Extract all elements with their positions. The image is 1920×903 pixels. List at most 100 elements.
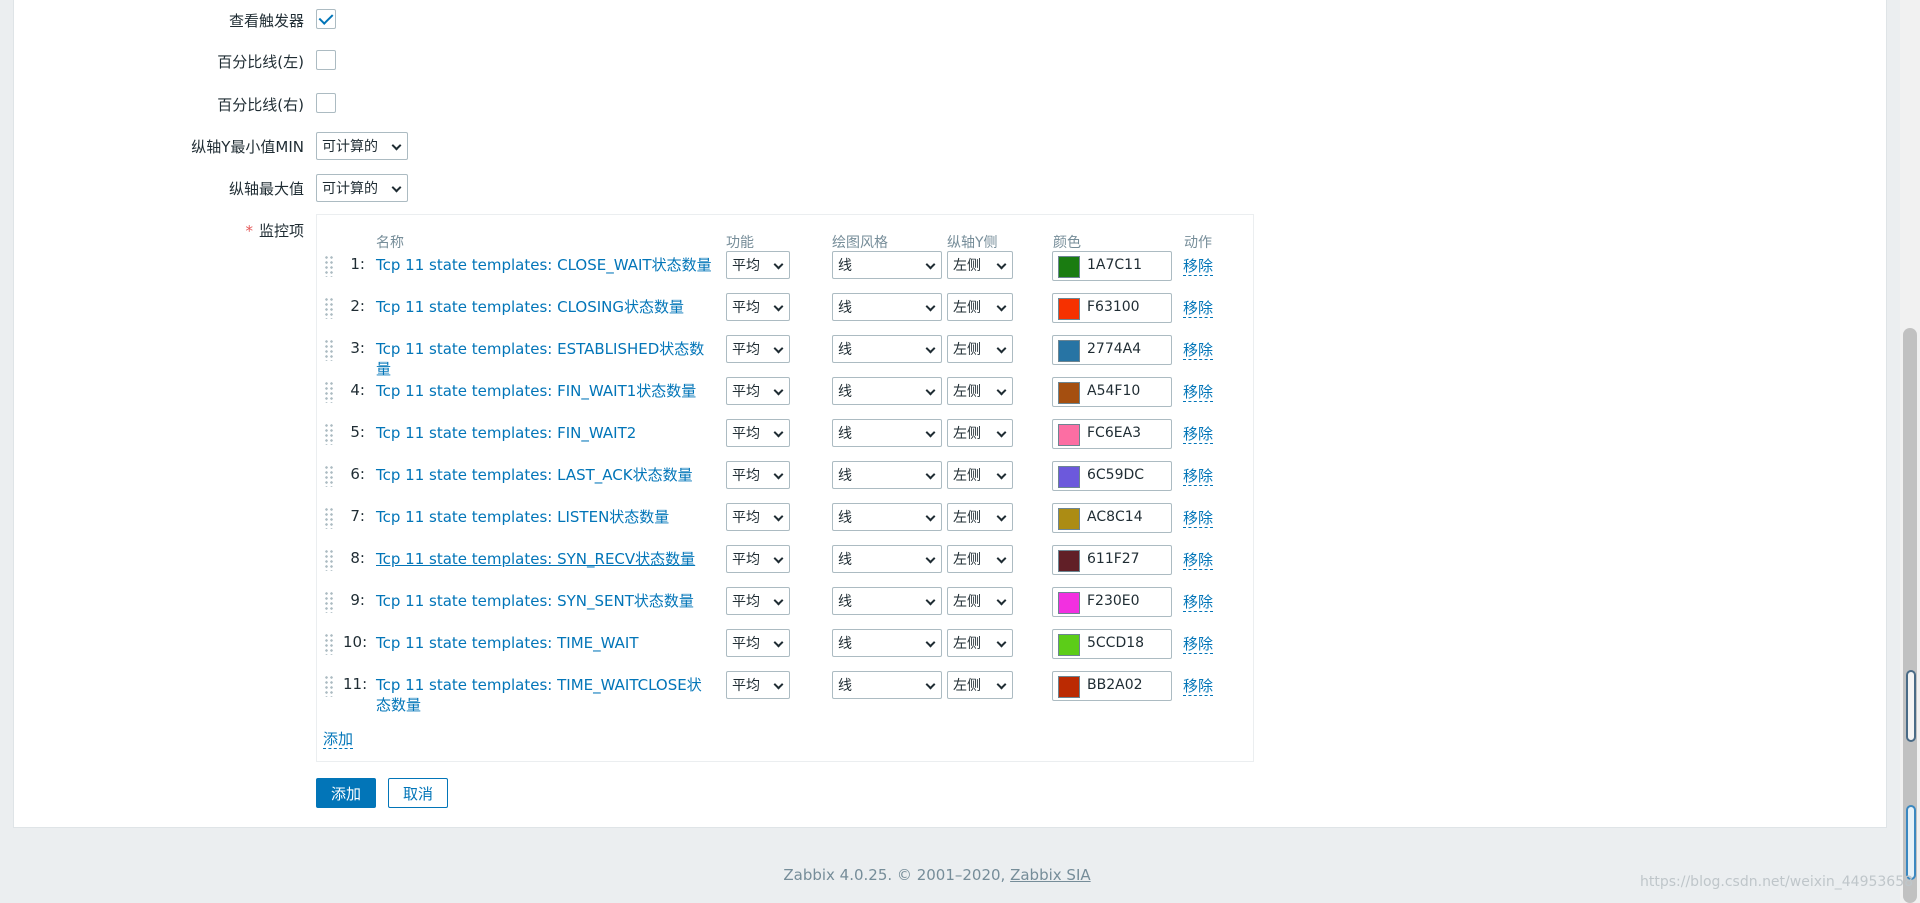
drag-handle-icon[interactable] [324, 423, 334, 445]
function-select[interactable]: 平均 [726, 671, 790, 699]
item-name-link[interactable]: Tcp 11 state templates: CLOSING状态数量 [376, 297, 716, 317]
item-name-link[interactable]: Tcp 11 state templates: SYN_RECV状态数量 [376, 549, 716, 569]
item-name-link[interactable]: Tcp 11 state templates: FIN_WAIT1状态数量 [376, 381, 716, 401]
y-axis-side-select[interactable]: 左侧 [947, 545, 1013, 573]
y-axis-side-select[interactable]: 左侧 [947, 251, 1013, 279]
color-picker[interactable]: 611F27 [1052, 545, 1172, 575]
draw-style-select[interactable]: 线 [832, 671, 942, 699]
color-picker[interactable]: 5CCD18 [1052, 629, 1172, 659]
y-axis-side-select[interactable]: 左侧 [947, 335, 1013, 363]
item-name-link[interactable]: Tcp 11 state templates: SYN_SENT状态数量 [376, 591, 716, 611]
color-picker[interactable]: A54F10 [1052, 377, 1172, 407]
drag-handle-icon[interactable] [324, 465, 334, 487]
draw-style-select[interactable]: 线 [832, 587, 942, 615]
remove-link[interactable]: 移除 [1183, 383, 1214, 402]
draw-style-select[interactable]: 线 [832, 335, 942, 363]
y-axis-side-select[interactable]: 左侧 [947, 461, 1013, 489]
draw-style-select[interactable]: 线 [832, 377, 942, 405]
color-swatch[interactable] [1058, 634, 1080, 656]
drag-handle-icon[interactable] [324, 591, 334, 613]
remove-link[interactable]: 移除 [1183, 299, 1214, 318]
remove-link[interactable]: 移除 [1183, 593, 1214, 612]
function-select[interactable]: 平均 [726, 545, 790, 573]
color-picker[interactable]: F63100 [1052, 293, 1172, 323]
color-picker[interactable]: F230E0 [1052, 587, 1172, 617]
drag-handle-icon[interactable] [324, 507, 334, 529]
remove-link[interactable]: 移除 [1183, 425, 1214, 444]
item-name-link[interactable]: Tcp 11 state templates: CLOSE_WAIT状态数量 [376, 255, 716, 275]
footer-link[interactable]: Zabbix SIA [1010, 866, 1091, 884]
color-swatch[interactable] [1058, 340, 1080, 362]
y-axis-side-select[interactable]: 左侧 [947, 419, 1013, 447]
show-triggers-checkbox[interactable] [316, 9, 336, 29]
drag-handle-icon[interactable] [324, 339, 334, 361]
y-axis-side-select[interactable]: 左侧 [947, 293, 1013, 321]
add-button[interactable]: 添加 [316, 778, 376, 808]
draw-style-select[interactable]: 线 [832, 545, 942, 573]
function-select[interactable]: 平均 [726, 335, 790, 363]
draw-style-select[interactable]: 线 [832, 419, 942, 447]
item-name-link[interactable]: Tcp 11 state templates: LAST_ACK状态数量 [376, 465, 716, 485]
add-item-link[interactable]: 添加 [323, 730, 354, 749]
color-picker[interactable]: FC6EA3 [1052, 419, 1172, 449]
draw-style-select[interactable]: 线 [832, 461, 942, 489]
drag-handle-icon[interactable] [324, 297, 334, 319]
drag-handle-icon[interactable] [324, 549, 334, 571]
remove-link[interactable]: 移除 [1183, 257, 1214, 276]
y-axis-side-select[interactable]: 左侧 [947, 377, 1013, 405]
remove-link[interactable]: 移除 [1183, 677, 1214, 696]
draw-style-select[interactable]: 线 [832, 293, 942, 321]
item-name-link[interactable]: Tcp 11 state templates: FIN_WAIT2 [376, 423, 716, 443]
color-swatch[interactable] [1058, 424, 1080, 446]
color-picker[interactable]: AC8C14 [1052, 503, 1172, 533]
color-picker[interactable]: 1A7C11 [1052, 251, 1172, 281]
function-select[interactable]: 平均 [726, 461, 790, 489]
y-axis-side-select[interactable]: 左侧 [947, 587, 1013, 615]
drag-handle-icon[interactable] [324, 255, 334, 277]
function-select[interactable]: 平均 [726, 419, 790, 447]
color-swatch[interactable] [1058, 508, 1080, 530]
y-axis-side-select[interactable]: 左侧 [947, 503, 1013, 531]
chevron-down-icon [925, 637, 936, 648]
function-select[interactable]: 平均 [726, 503, 790, 531]
item-name-link[interactable]: Tcp 11 state templates: ESTABLISHED状态数量 [376, 339, 716, 379]
remove-link[interactable]: 移除 [1183, 509, 1214, 528]
remove-link[interactable]: 移除 [1183, 551, 1214, 570]
color-swatch[interactable] [1058, 466, 1080, 488]
draw-style-select[interactable]: 线 [832, 629, 942, 657]
ymin-select[interactable]: 可计算的 [316, 132, 408, 160]
remove-link[interactable]: 移除 [1183, 341, 1214, 360]
draw-style-select[interactable]: 线 [832, 503, 942, 531]
item-name-link[interactable]: Tcp 11 state templates: TIME_WAITCLOSE状态… [376, 675, 716, 715]
item-name-link[interactable]: Tcp 11 state templates: LISTEN状态数量 [376, 507, 716, 527]
y-axis-side-select[interactable]: 左侧 [947, 671, 1013, 699]
function-select[interactable]: 平均 [726, 251, 790, 279]
color-picker[interactable]: 6C59DC [1052, 461, 1172, 491]
function-select[interactable]: 平均 [726, 293, 790, 321]
remove-link[interactable]: 移除 [1183, 635, 1214, 654]
color-swatch[interactable] [1058, 592, 1080, 614]
draw-style-select[interactable]: 线 [832, 251, 942, 279]
color-picker[interactable]: 2774A4 [1052, 335, 1172, 365]
color-picker[interactable]: BB2A02 [1052, 671, 1172, 701]
drag-handle-icon[interactable] [324, 633, 334, 655]
ymax-select[interactable]: 可计算的 [316, 174, 408, 202]
y-axis-side-select[interactable]: 左侧 [947, 629, 1013, 657]
cancel-button[interactable]: 取消 [388, 778, 448, 808]
color-swatch[interactable] [1058, 382, 1080, 404]
drag-handle-icon[interactable] [324, 381, 334, 403]
remove-link[interactable]: 移除 [1183, 467, 1214, 486]
drag-handle-icon[interactable] [324, 675, 334, 697]
color-swatch[interactable] [1058, 256, 1080, 278]
function-select[interactable]: 平均 [726, 587, 790, 615]
color-value: AC8C14 [1087, 509, 1143, 525]
percentile-left-checkbox[interactable] [316, 50, 336, 70]
vertical-scrollbar[interactable] [1900, 0, 1920, 903]
function-select[interactable]: 平均 [726, 377, 790, 405]
percentile-right-checkbox[interactable] [316, 93, 336, 113]
color-swatch[interactable] [1058, 298, 1080, 320]
function-select[interactable]: 平均 [726, 629, 790, 657]
color-swatch[interactable] [1058, 676, 1080, 698]
color-swatch[interactable] [1058, 550, 1080, 572]
item-name-link[interactable]: Tcp 11 state templates: TIME_WAIT [376, 633, 716, 653]
